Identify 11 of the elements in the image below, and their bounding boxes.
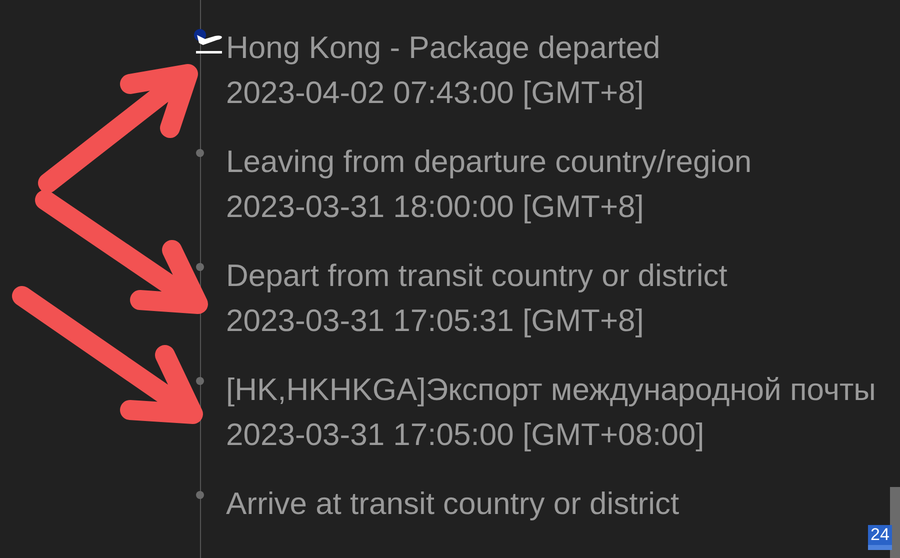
- event-title: Leaving from departure country/region: [226, 143, 752, 181]
- event-time: 2023-03-31 17:05:31 [GMT+8]: [226, 302, 644, 340]
- event-title: [HK,HKHKGA]Экспорт международной почты: [226, 371, 876, 409]
- scrollbar-thumb[interactable]: [890, 487, 900, 558]
- event-title: Hong Kong - Package departed: [226, 29, 660, 67]
- event-time: 2023-04-02 07:43:00 [GMT+8]: [226, 74, 644, 112]
- event-time: 2023-03-31 18:00:00 [GMT+8]: [226, 188, 644, 226]
- event-title: Depart from transit country or district: [226, 257, 728, 295]
- count-badge: 24: [868, 525, 892, 550]
- event-time: 2023-03-31 17:05:00 [GMT+08:00]: [226, 416, 704, 454]
- event-title: Arrive at transit country or district: [226, 485, 680, 523]
